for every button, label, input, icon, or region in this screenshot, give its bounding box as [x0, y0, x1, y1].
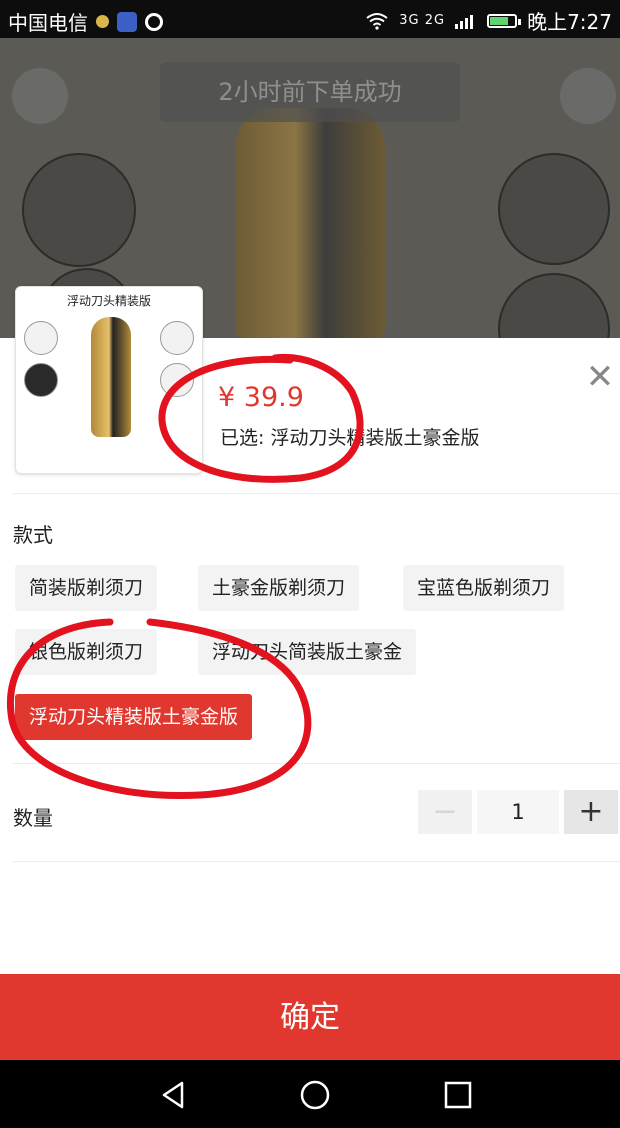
shaver-head-image: [22, 153, 136, 267]
quantity-decrement-button[interactable]: −: [418, 790, 472, 834]
brush-image: [498, 273, 610, 338]
thumbnail-brush-icon: [160, 363, 194, 397]
status-left: 中国电信: [8, 7, 163, 36]
notification-dot-icon: [96, 15, 109, 28]
share-button-bg: [560, 68, 616, 124]
charger-cable-image: [498, 153, 610, 265]
back-button-bg: [12, 68, 68, 124]
signal-bars-icon: [455, 14, 474, 29]
option-silver-shaver[interactable]: 银色版剃须刀: [15, 629, 158, 675]
close-icon[interactable]: ✕: [583, 360, 617, 394]
back-nav-icon[interactable]: [158, 1080, 188, 1110]
thumbnail-trimmer-icon: [24, 321, 58, 355]
status-bar: 中国电信 3G 2G 晚上7:27: [0, 0, 620, 38]
home-nav-icon[interactable]: [300, 1080, 330, 1110]
app-notification-icon: [117, 11, 137, 32]
option-gold-shaver[interactable]: 土豪金版剃须刀: [198, 565, 360, 611]
system-navigation-bar: [0, 1060, 620, 1128]
style-label: 款式: [13, 523, 53, 547]
shaver-main-image: [235, 108, 385, 338]
quantity-increment-button[interactable]: +: [564, 790, 618, 834]
battery-icon: [487, 13, 522, 28]
order-toast: 2小时前下单成功: [160, 62, 460, 122]
thumbnail-shaver-image: [91, 317, 131, 437]
signal-indicator: 3G 2G: [399, 12, 446, 28]
selected-variant-text: 已选: 浮动刀头精装版土豪金版: [220, 427, 480, 449]
thumbnail-title: 浮动刀头精装版: [66, 294, 151, 308]
recents-nav-icon[interactable]: [444, 1081, 472, 1109]
divider: [13, 861, 620, 862]
option-basic-shaver[interactable]: 简装版剃须刀: [15, 565, 158, 611]
divider: [13, 493, 620, 494]
quantity-value[interactable]: 1: [477, 790, 559, 834]
status-right: 3G 2G 晚上7:27: [365, 6, 612, 35]
thumbnail-head-icon: [24, 363, 58, 397]
wifi-icon: [366, 12, 388, 30]
product-thumbnail: 浮动刀头精装版: [15, 286, 203, 474]
option-floating-deluxe-gold[interactable]: 浮动刀头精装版土豪金版: [15, 694, 253, 740]
option-blue-shaver[interactable]: 宝蓝色版剃须刀: [403, 565, 565, 611]
option-floating-basic-gold[interactable]: 浮动刀头简装版土豪金: [198, 629, 417, 675]
quantity-label: 数量: [13, 806, 53, 830]
clock: 晚上7:27: [527, 10, 612, 34]
price: ¥ 39.9: [218, 382, 304, 413]
divider: [13, 763, 620, 764]
confirm-button[interactable]: 确定: [0, 974, 620, 1060]
carrier-name: 中国电信: [8, 11, 88, 35]
thumbnail-cable-icon: [160, 321, 194, 355]
q-notification-icon: [145, 12, 163, 31]
